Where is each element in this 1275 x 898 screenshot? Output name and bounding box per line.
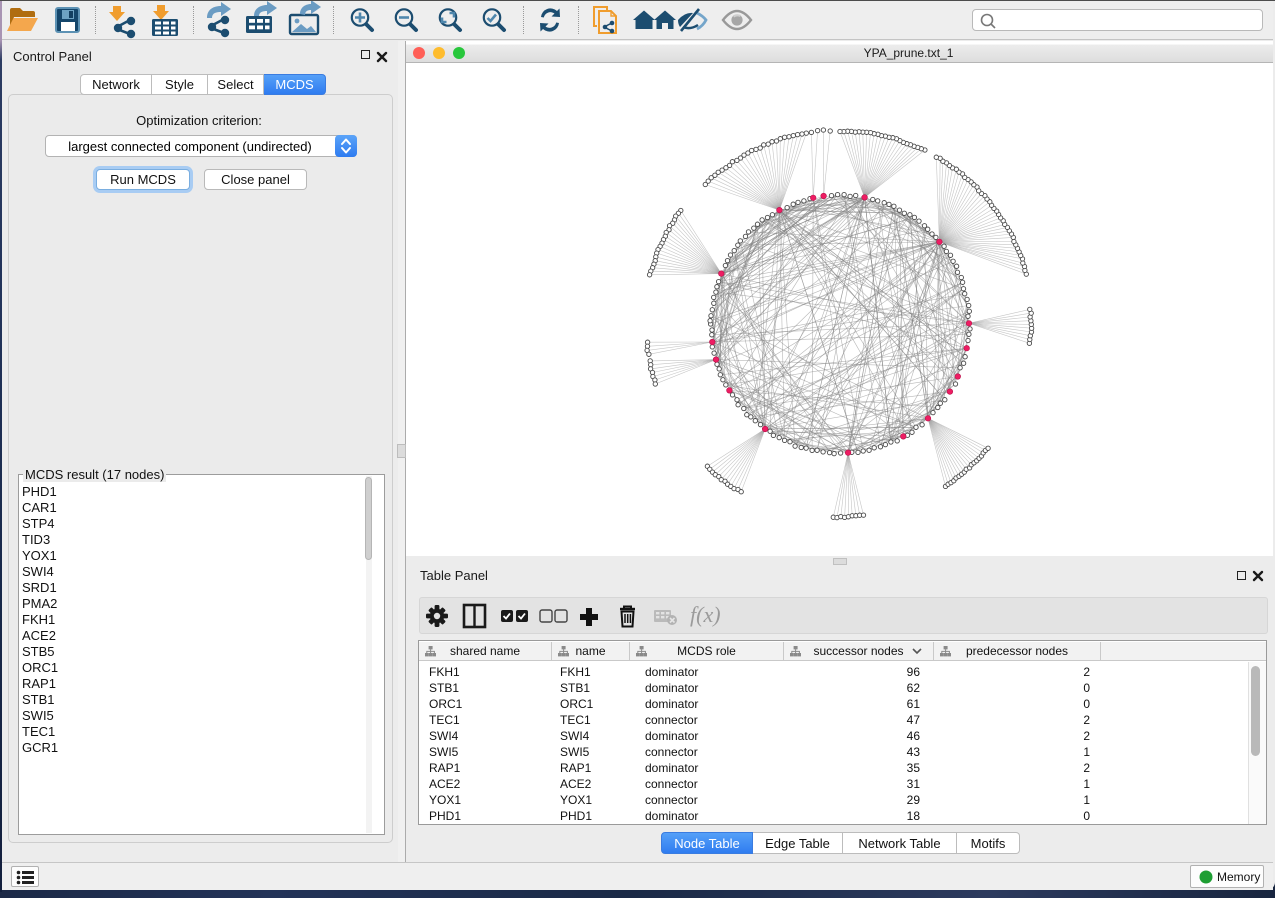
svg-text:f(x): f(x) xyxy=(690,602,721,627)
